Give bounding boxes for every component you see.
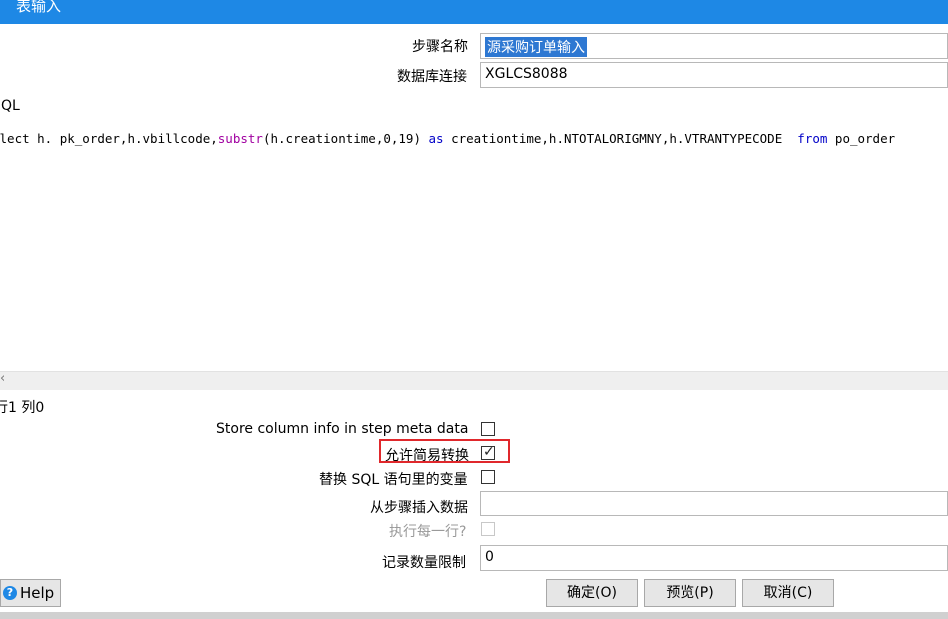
sql-token: elect h. pk_order,h.vbillcode, <box>0 131 218 146</box>
record-limit-label: 记录数量限制 <box>382 555 466 571</box>
sql-function-token: substr <box>217 131 263 146</box>
bottom-toolbar-edge <box>0 612 948 619</box>
replace-variables-label: 替换 SQL 语句里的变量 <box>319 472 468 488</box>
sql-keyword-token: from <box>797 131 828 146</box>
sql-token: creationtime,h.NTOTALORIGMNY,h.VTRANTYPE… <box>443 131 798 146</box>
insert-from-step-label: 从步骤插入数据 <box>370 500 468 516</box>
preview-button[interactable]: 预览(P) <box>644 579 736 607</box>
cancel-button[interactable]: 取消(C) <box>742 579 834 607</box>
title-bar: 表输入 <box>0 0 948 24</box>
window-title: 表输入 <box>16 0 62 15</box>
sql-editor[interactable]: elect h. pk_order,h.vbillcode,substr(h.c… <box>0 125 948 371</box>
sql-token: po_order <box>827 131 896 146</box>
sql-keyword-token: as <box>428 131 444 146</box>
execute-each-row-checkbox[interactable] <box>481 522 495 536</box>
highlight-box <box>379 439 510 463</box>
step-name-input[interactable]: 源采购订单输入 <box>480 33 948 59</box>
sql-label: QL <box>1 98 20 114</box>
db-connection-label: 数据库连接 <box>397 69 467 85</box>
sql-token: (h.creationtime,0,19) <box>262 131 429 146</box>
help-button-label: Help <box>20 584 55 602</box>
replace-variables-checkbox[interactable] <box>481 470 495 484</box>
record-limit-input[interactable]: 0 <box>480 545 948 571</box>
horizontal-scrollbar[interactable]: ‹ <box>0 371 948 390</box>
help-button[interactable]: ? Help <box>0 579 61 607</box>
question-circle-icon: ? <box>3 586 17 600</box>
insert-from-step-select[interactable] <box>480 491 948 516</box>
scroll-left-icon[interactable]: ‹ <box>0 371 5 386</box>
store-column-info-label: Store column info in step meta data <box>216 421 469 437</box>
ok-button[interactable]: 确定(O) <box>546 579 638 607</box>
execute-each-row-label: 执行每一行? <box>389 524 467 540</box>
sql-code-line: elect h. pk_order,h.vbillcode,substr(h.c… <box>0 131 895 146</box>
step-name-value: 源采购订单输入 <box>485 37 587 57</box>
step-name-label: 步骤名称 <box>412 39 468 55</box>
record-limit-value: 0 <box>485 549 494 565</box>
db-connection-select[interactable]: XGLCS8088 <box>480 62 948 88</box>
cursor-position: 行1 列0 <box>0 400 45 416</box>
db-connection-value: XGLCS8088 <box>485 66 568 82</box>
store-column-info-checkbox[interactable] <box>481 422 495 436</box>
